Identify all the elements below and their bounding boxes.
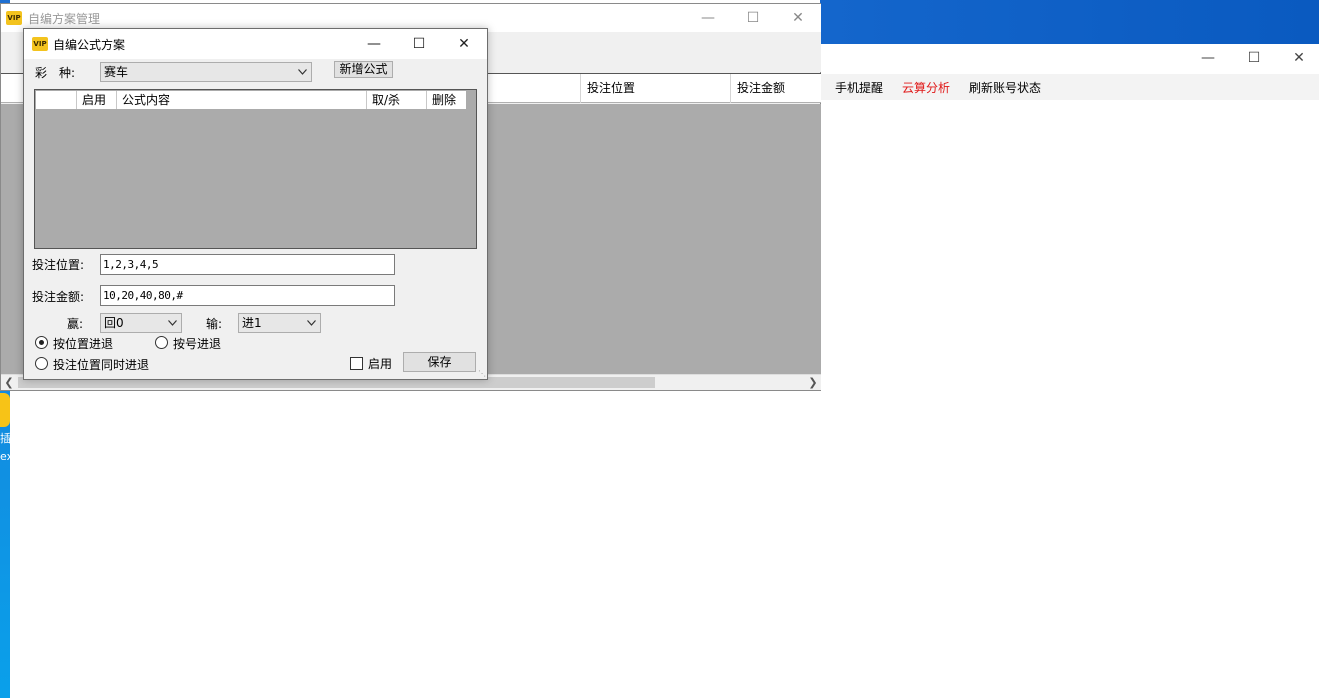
list-header-formula[interactable]: 公式内容 [117, 91, 367, 109]
list-header-delete[interactable]: 删除 [427, 91, 466, 109]
minimize-icon[interactable]: — [351, 29, 397, 59]
menu-phone-alert[interactable]: 手机提醒 [835, 79, 883, 96]
main-window-titlebar: — ☐ ✕ [820, 44, 1319, 72]
add-formula-button[interactable]: 新增公式 [334, 61, 393, 78]
minimize-icon[interactable]: — [1185, 44, 1231, 72]
amount-label: 投注金额: [32, 290, 85, 304]
manager-title: 自编方案管理 [28, 12, 101, 26]
amount-input[interactable]: 10,20,40,80,# [100, 285, 395, 306]
formula-scheme-dialog: VIP 自编公式方案 — ☐ ✕ 彩 种: 赛车 新增公式 启用 公式内容 取/… [23, 28, 488, 380]
radio-sync-position[interactable] [35, 357, 48, 370]
win-label: 赢: [67, 317, 84, 331]
app-logo-icon: VIP [32, 37, 48, 51]
enable-checkbox-label[interactable]: 启用 [368, 355, 392, 372]
lottery-select-value: 赛车 [104, 65, 129, 79]
main-window: — ☐ ✕ 手机提醒 云算分析 刷新账号状态 [820, 44, 1319, 698]
position-label: 投注位置: [32, 258, 85, 272]
radio-by-position[interactable] [35, 336, 48, 349]
menu-cloud-analysis[interactable]: 云算分析 [902, 79, 950, 96]
minimize-icon[interactable]: — [685, 4, 731, 32]
maximize-icon[interactable]: ☐ [1231, 44, 1277, 72]
formula-list[interactable]: 启用 公式内容 取/杀 删除 [34, 89, 477, 249]
radio-by-number-label[interactable]: 按号进退 [173, 335, 221, 352]
column-header-position[interactable]: 投注位置 [580, 74, 730, 103]
win-select-value: 回0 [104, 316, 124, 330]
lottery-select[interactable]: 赛车 [100, 62, 312, 82]
formula-list-header: 启用 公式内容 取/杀 删除 [36, 91, 466, 109]
lose-select[interactable]: 进1 [238, 313, 321, 333]
radio-by-number[interactable] [155, 336, 168, 349]
close-icon[interactable]: ✕ [1276, 44, 1319, 72]
maximize-icon[interactable]: ☐ [730, 4, 776, 32]
column-header-amount[interactable]: 投注金额 [730, 74, 821, 103]
save-button[interactable]: 保存 [403, 352, 476, 372]
scroll-left-icon[interactable]: ❮ [1, 375, 17, 391]
lose-select-value: 进1 [242, 316, 262, 330]
menu-refresh-account[interactable]: 刷新账号状态 [969, 79, 1041, 96]
desktop-app-icon[interactable] [0, 393, 10, 427]
dialog-titlebar: VIP 自编公式方案 — ☐ ✕ [24, 29, 487, 59]
app-logo-icon: VIP [6, 11, 22, 25]
win-select[interactable]: 回0 [100, 313, 182, 333]
position-input[interactable]: 1,2,3,4,5 [100, 254, 395, 275]
desktop-background-top [820, 0, 1319, 44]
list-header-take-kill[interactable]: 取/杀 [367, 91, 427, 109]
lose-label: 输: [206, 317, 223, 331]
list-header-blank [36, 91, 77, 109]
dialog-title: 自编公式方案 [53, 38, 126, 52]
chevron-down-icon [297, 63, 307, 81]
radio-sync-position-label[interactable]: 投注位置同时进退 [53, 356, 149, 373]
desktop-icon-label: 插 ex [0, 432, 10, 463]
list-header-enable[interactable]: 启用 [77, 91, 117, 109]
close-icon[interactable]: ✕ [775, 4, 821, 32]
maximize-icon[interactable]: ☐ [396, 29, 442, 59]
radio-by-position-label[interactable]: 按位置进退 [53, 335, 113, 352]
chevron-down-icon [306, 314, 316, 332]
scroll-right-icon[interactable]: ❯ [805, 375, 821, 391]
enable-checkbox[interactable] [350, 357, 363, 370]
chevron-down-icon [167, 314, 177, 332]
main-menubar: 手机提醒 云算分析 刷新账号状态 [820, 74, 1319, 100]
resize-grip-icon[interactable]: ⋱ [478, 370, 486, 378]
lottery-label: 彩 种: [35, 66, 76, 80]
close-icon[interactable]: ✕ [441, 29, 487, 59]
